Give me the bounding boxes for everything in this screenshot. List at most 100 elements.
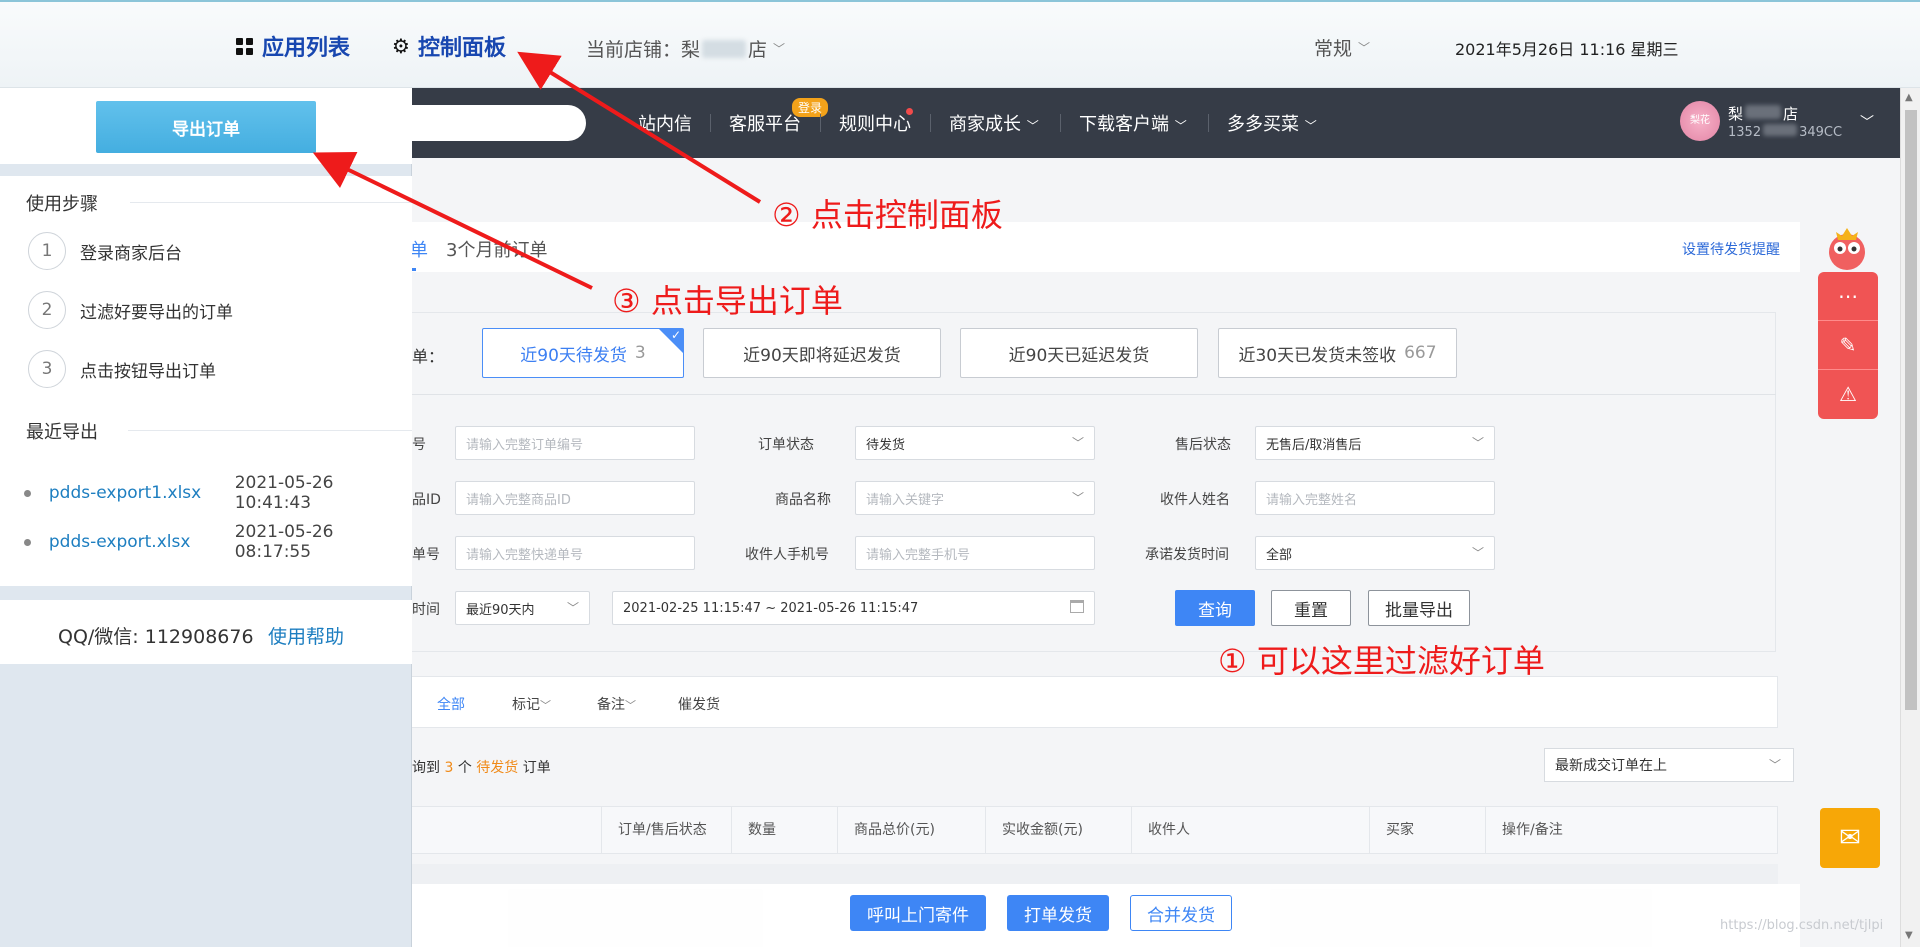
merge-ship-button[interactable]: 合并发货 [1130,895,1232,931]
store-suffix: 店 [748,39,768,61]
nav-separator [710,114,711,132]
order-status-select[interactable]: 待发货 ﹀ [855,426,1095,460]
order-status-label: 订单状态 [758,437,814,453]
promise-time-select[interactable]: 全部 ﹀ [1255,536,1495,570]
annotation-step-3: ③ 点击导出订单 [612,282,843,320]
nav-download-client[interactable]: 下载客户端 ﹀ [1079,110,1187,136]
edit-icon[interactable]: ✎ [1818,321,1878,370]
time-range-value: 最近90天内 [466,602,535,618]
floating-toolbar: ⋯ ✎ ⚠ [1818,272,1878,419]
receiver-name-input[interactable]: 请输入完整姓名 [1255,481,1495,515]
avatar[interactable]: 梨花 [1680,101,1720,141]
nav-merchant-growth[interactable]: 商家成长 ﹀ [949,110,1039,136]
quick-filter-shipped-unsigned-label: 近30天已发货未签收 [1238,345,1397,366]
quick-filter-delayed[interactable]: 近90天已延迟发货 [960,328,1198,378]
file-bullet-icon [24,538,31,546]
control-panel-button[interactable]: ⚙ 控制面板 [392,30,506,62]
user-name-redacted [1745,105,1782,119]
nav-separator [930,114,931,132]
nav-rules-center[interactable]: 规则中心 [839,110,911,136]
th-status: 订单/售后状态 [601,807,731,853]
nav-duoduo-grocery[interactable]: 多多买菜 ﹀ [1227,110,1317,136]
user-phone-redacted [1763,124,1798,136]
check-icon: ✓ [670,328,681,342]
step-item: 2 过滤好要导出的订单 [28,291,233,329]
order-no-input[interactable]: 请输入完整订单编号 [455,426,695,460]
page-scrollbar[interactable]: ▲ ▼ [1900,88,1920,947]
tab-recent-orders[interactable]: 单 [410,236,428,262]
list-filter-note[interactable]: 备注﹀ [597,694,636,714]
th-actions: 操作/备注 [1485,807,1775,853]
nav-customer-service[interactable]: 客服平台 [729,110,801,136]
recent-exports-title: 最近导出 [26,422,98,443]
list-filter-note-label: 备注 [597,697,625,713]
reset-button[interactable]: 重置 [1271,590,1351,626]
quick-filter-label: 单： [412,347,445,366]
chevron-down-icon[interactable]: ﹀ [1860,112,1874,132]
scroll-down-icon[interactable]: ▼ [1905,930,1913,941]
step-number: 1 [28,232,66,270]
chevron-down-icon: ﹀ [1026,119,1039,133]
list-filter-mark[interactable]: 标记﹀ [512,694,551,714]
chevron-down-icon: ﹀ [1768,758,1781,772]
export-file-link[interactable]: pdds-export1.xlsx [49,483,221,503]
help-link[interactable]: 使用帮助 [268,622,344,649]
mode-selector[interactable]: 常规 ﹀ [1314,34,1370,61]
after-sale-select[interactable]: 无售后/取消售后 ﹀ [1255,426,1495,460]
warning-icon[interactable]: ⚠ [1818,370,1878,419]
goods-name-placeholder: 请输入关键字 [866,492,945,508]
quick-filter-delayed-label: 近90天已延迟发货 [1008,345,1150,366]
express-no-input[interactable]: 请输入完整快递单号 [455,536,695,570]
th-goods-total: 商品总价(元) [837,807,973,853]
result-status: 待发货 [476,760,519,776]
chevron-down-icon: ﹀ [1471,436,1484,450]
app-list-label: 应用列表 [262,36,351,61]
contact-info: QQ/微信: 112908676 [58,626,254,648]
goods-name-label: 商品名称 [775,492,831,508]
control-panel-label: 控制面板 [417,36,506,61]
table-body [410,864,1778,884]
time-range-select[interactable]: 最近90天内 ﹀ [455,591,590,625]
query-button[interactable]: 查询 [1175,590,1255,626]
current-store-selector[interactable]: 当前店铺：梨 店 ﹀ [586,35,785,62]
scroll-thumb[interactable] [1905,110,1917,710]
step-text: 过滤好要导出的订单 [80,302,233,323]
promise-time-label: 承诺发货时间 [1145,547,1229,563]
chevron-down-icon: ﹀ [540,699,551,712]
receiver-phone-input[interactable]: 请输入完整手机号 [855,536,1095,570]
quick-filter-soon-delayed[interactable]: 近90天即将延迟发货 [703,328,941,378]
mail-icon[interactable]: ✉ [1820,808,1880,868]
date-range-picker[interactable]: 2021-02-25 11:15:47 ~ 2021-05-26 11:15:4… [612,591,1095,625]
annotation-step-1: ① 可以这里过滤好订单 [1218,642,1545,680]
user-name-start: 梨 [1728,105,1744,123]
nav-separator [1060,114,1061,132]
scroll-up-icon[interactable]: ▲ [1905,92,1913,103]
app-list-button[interactable]: 应用列表 [236,30,350,62]
export-orders-button[interactable]: 导出订单 [96,101,316,153]
list-filter-all[interactable]: 全部 [437,694,465,714]
goods-name-input[interactable]: 请输入关键字 ﹀ [855,481,1095,515]
list-filter-urge[interactable]: 催发货 [678,694,720,714]
th-receiver: 收件人 [1131,807,1369,853]
goods-id-input[interactable]: 请输入完整商品ID [455,481,695,515]
time-label: 时间 [412,602,440,618]
date-range-value: 2021-02-25 11:15:47 ~ 2021-05-26 11:15:4… [623,600,919,616]
chevron-down-icon: ﹀ [566,601,579,615]
calendar-icon [1070,600,1084,613]
quick-filter-shipped-unsigned[interactable]: 近30天已发货未签收 667 [1218,328,1457,378]
chat-icon[interactable]: ⋯ [1818,272,1878,321]
call-pickup-button[interactable]: 呼叫上门寄件 [850,895,986,931]
export-file-link[interactable]: pdds-export.xlsx [49,532,221,552]
quick-filter-pending[interactable]: 近90天待发货 3 ✓ [482,328,684,378]
nav-inbox[interactable]: 站内信 [638,110,692,136]
export-time: 2021-05-26 08:17:55 [234,522,334,562]
batch-export-button[interactable]: 批量导出 [1368,590,1470,626]
set-reminder-link[interactable]: 设置待发货提醒 [1682,239,1780,259]
sort-select[interactable]: 最新成交订单在上 ﹀ [1544,748,1794,782]
tab-three-month-orders[interactable]: 3个月前订单 [446,236,547,262]
print-ship-button[interactable]: 打单发货 [1007,895,1109,931]
order-no-label: 号 [412,437,426,453]
nav-duoduo-grocery-label: 多多买菜 [1227,114,1299,135]
result-count: 3 [444,760,454,776]
steps-title: 使用步骤 [26,194,98,215]
